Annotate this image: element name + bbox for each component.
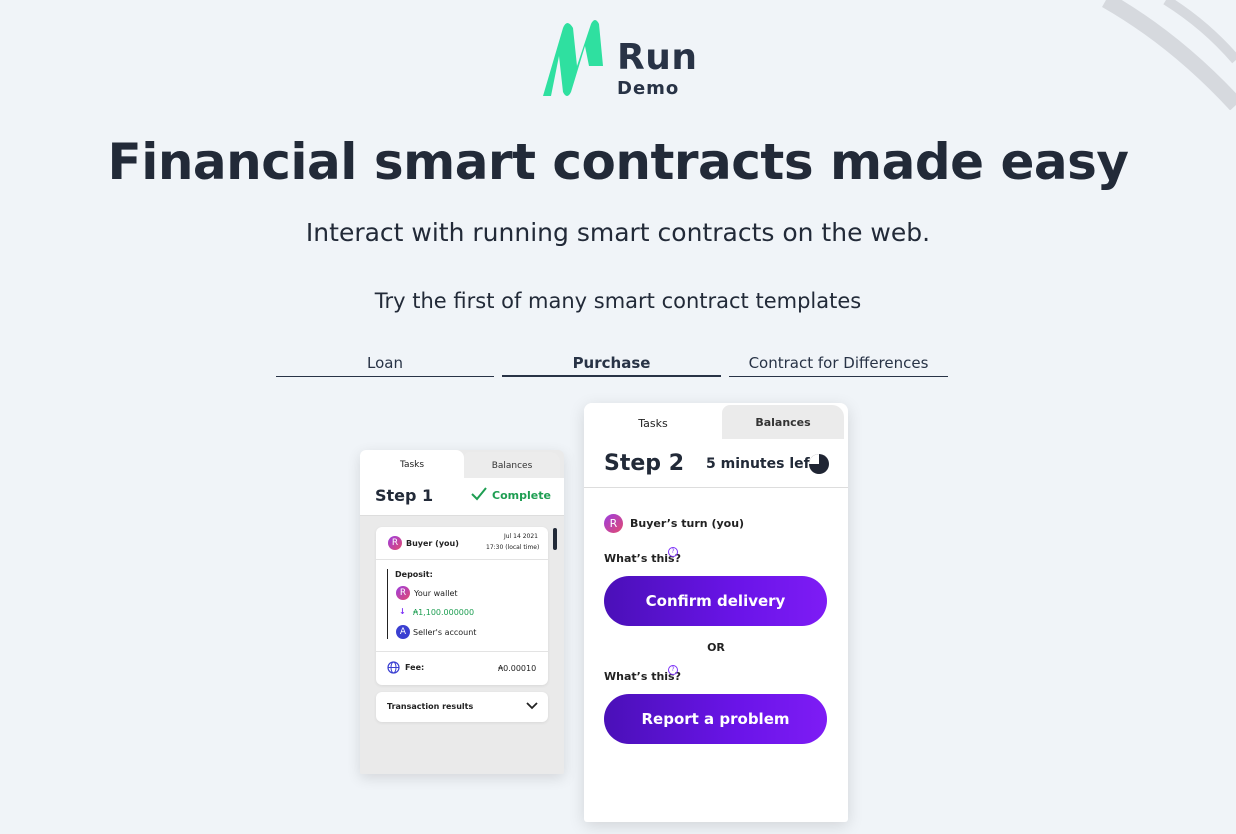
avatar: R <box>604 514 623 533</box>
fee-label: Fee: <box>405 663 425 672</box>
templates-prompt: Try the first of many smart contract tem… <box>374 289 862 313</box>
transaction-time: 17:30 (local time) <box>486 544 540 551</box>
to-label: Seller's account <box>413 628 477 637</box>
chevron-down-icon <box>526 702 538 710</box>
avatar: A <box>396 625 410 639</box>
actor-label: Buyer (you) <box>406 539 459 548</box>
avatar: R <box>396 586 410 600</box>
deposit-label: Deposit: <box>395 570 433 579</box>
report-problem-button[interactable]: Report a problem <box>604 694 827 744</box>
check-icon <box>471 487 487 501</box>
scrollbar[interactable] <box>553 528 557 550</box>
arrow-down-icon: ↓ <box>399 607 406 616</box>
results-label: Transaction results <box>387 702 474 711</box>
tab-purchase[interactable]: Purchase <box>502 353 721 377</box>
brand-name: Run <box>617 37 698 78</box>
deposit-amount: ₳1,100.000000 <box>413 608 475 617</box>
avatar: R <box>388 536 402 550</box>
from-label: Your wallet <box>414 589 458 598</box>
confirm-delivery-button[interactable]: Confirm delivery <box>604 576 827 626</box>
tagline: Interact with running smart contracts on… <box>305 218 931 247</box>
tab-loan[interactable]: Loan <box>276 353 494 377</box>
help-icon[interactable]: ? <box>668 665 678 675</box>
page-title: Financial smart contracts made easy <box>107 133 1129 191</box>
step2-tab-balances[interactable]: Balances <box>722 405 844 439</box>
step2-tab-tasks[interactable]: Tasks <box>584 403 722 439</box>
step1-tab-tasks[interactable]: Tasks <box>360 450 464 478</box>
step2-title: Step 2 <box>604 451 684 476</box>
tab-contract-for-differences[interactable]: Contract for Differences <box>729 353 948 377</box>
help-icon[interactable]: ? <box>668 547 678 557</box>
step1-tab-balances[interactable]: Balances <box>464 452 560 478</box>
step1-title: Step 1 <box>375 486 434 505</box>
timer-pie-icon <box>809 454 829 474</box>
turn-label: Buyer’s turn (you) <box>630 517 745 530</box>
divider <box>584 487 848 488</box>
flow-line <box>387 569 388 639</box>
divider <box>376 651 548 652</box>
transaction-date: Jul 14 2021 <box>504 533 538 540</box>
or-separator: OR <box>707 641 725 654</box>
transaction-results-toggle[interactable]: Transaction results <box>376 692 548 722</box>
globe-icon <box>387 661 400 674</box>
divider <box>376 559 548 560</box>
run-demo-logo[interactable]: Run Demo <box>533 16 697 106</box>
fee-value: ₳0.00010 <box>498 664 537 673</box>
decorative-arcs <box>1102 0 1236 110</box>
run-logo-mark-icon <box>543 20 603 96</box>
brand-subtitle: Demo <box>617 78 680 99</box>
step1-status: Complete <box>492 489 551 502</box>
transaction-card: R Buyer (you) Jul 14 2021 17:30 (local t… <box>376 527 548 685</box>
step2-card: Balances Tasks Step 2 5 minutes left R B… <box>584 403 848 822</box>
template-tabs: Loan Purchase Contract for Differences <box>276 353 948 377</box>
time-remaining: 5 minutes left <box>706 456 817 472</box>
